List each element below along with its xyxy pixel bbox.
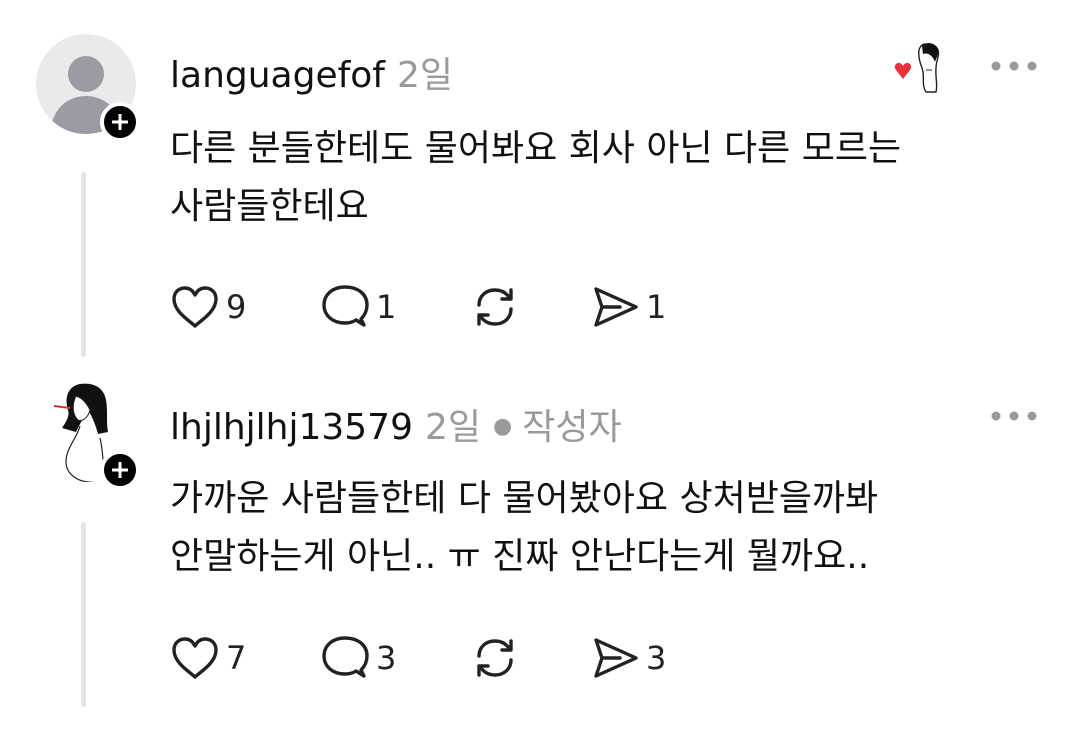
- liked-by-author-sticker-icon: [894, 43, 940, 93]
- comment-text: 다른 분들한테도 물어봐요 회사 아닌 다른 모르는 사람들한테요: [170, 120, 1010, 236]
- share-count: 1: [646, 288, 667, 326]
- send-icon: [594, 287, 638, 327]
- share-count: 3: [646, 639, 667, 677]
- reply-button[interactable]: 1: [320, 282, 396, 332]
- avatar[interactable]: [36, 34, 140, 142]
- plus-icon: [112, 462, 128, 478]
- like-button[interactable]: 7: [170, 633, 246, 683]
- speech-bubble-icon: [322, 636, 369, 678]
- separator-dot: ●: [493, 414, 513, 439]
- speech-bubble-icon: [322, 285, 369, 327]
- comment-header: languagefof 2일: [170, 46, 453, 98]
- comment-header: lhjlhjlhj13579 2일 ● 작성자: [170, 398, 622, 450]
- repost-button[interactable]: [470, 633, 526, 683]
- follow-button[interactable]: [100, 450, 140, 490]
- username[interactable]: languagefof: [170, 55, 385, 96]
- like-count: 9: [226, 288, 247, 326]
- comment-text-line: 가까운 사람들한테 다 물어봤아요 상처받을까봐: [170, 478, 879, 519]
- comment-text-line: 사람들한테요: [170, 186, 369, 227]
- comment-text-line: 안말하는게 아닌.. ㅠ 진짜 안난다는게 뭘까요..: [170, 536, 870, 577]
- repost-icon: [477, 288, 513, 326]
- like-button[interactable]: 9: [170, 282, 246, 332]
- thread-line: [81, 522, 86, 707]
- repost-icon: [477, 639, 513, 677]
- avatar[interactable]: [36, 382, 140, 490]
- author-tag: 작성자: [522, 407, 622, 448]
- share-button[interactable]: 1: [590, 282, 666, 332]
- comment-text-line: 다른 분들한테도 물어봐요 회사 아닌 다른 모르는: [170, 128, 902, 169]
- follow-button[interactable]: [100, 102, 140, 142]
- send-icon: [594, 638, 638, 678]
- heart-icon: [172, 637, 218, 679]
- thread-line: [81, 172, 86, 357]
- heart-icon: [172, 286, 218, 328]
- reply-count: 3: [376, 639, 397, 677]
- like-count: 7: [226, 639, 247, 677]
- comment-text: 가까운 사람들한테 다 물어봤아요 상처받을까봐 안말하는게 아닌.. ㅠ 진짜…: [170, 470, 1010, 586]
- repost-button[interactable]: [470, 282, 526, 332]
- timestamp[interactable]: 2일: [397, 55, 453, 96]
- more-dots-icon[interactable]: [990, 410, 1038, 422]
- more-dots-icon[interactable]: [990, 60, 1038, 72]
- reply-button[interactable]: 3: [320, 633, 396, 683]
- reply-count: 1: [376, 288, 397, 326]
- timestamp[interactable]: 2일: [425, 407, 481, 448]
- plus-icon: [112, 114, 128, 130]
- share-button[interactable]: 3: [590, 633, 666, 683]
- username[interactable]: lhjlhjlhj13579: [170, 407, 413, 448]
